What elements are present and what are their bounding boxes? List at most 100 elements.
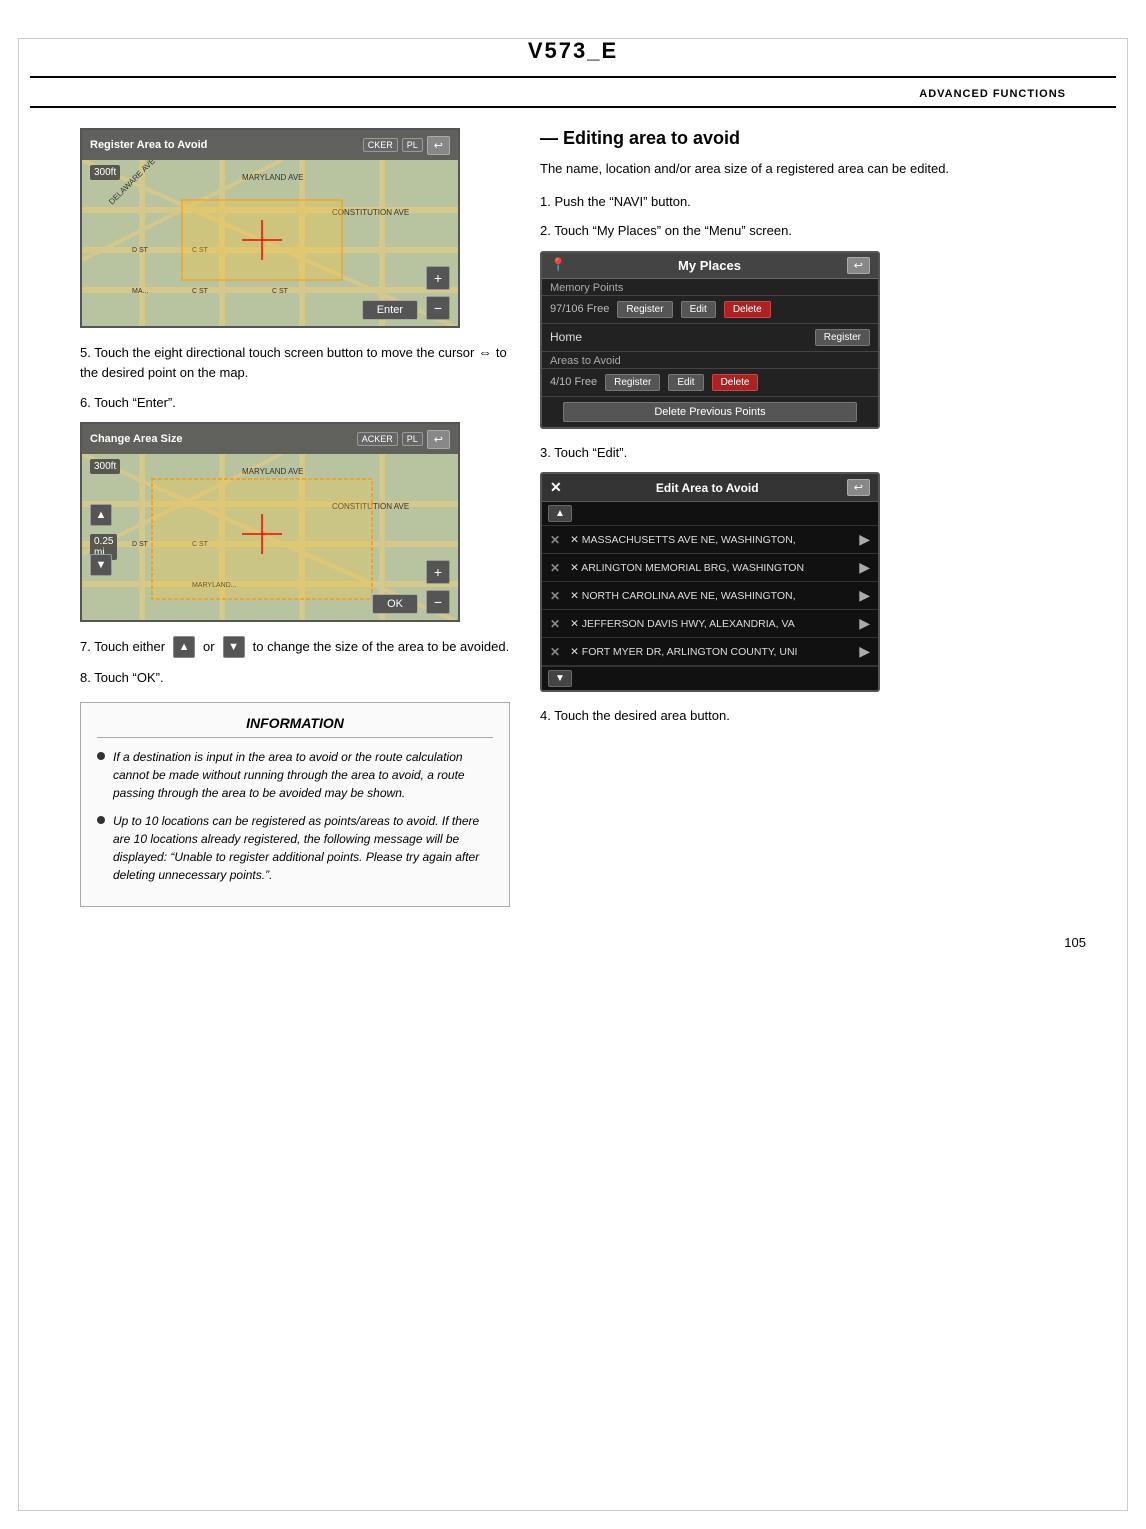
edit-area-header: ✕ Edit Area to Avoid ↩ [542,474,878,502]
map2-toolbar-btns: ACKER PL ↩ [357,430,450,449]
map-change-area: Change Area Size ACKER PL ↩ MARYL [80,422,460,622]
size-up-icon[interactable]: ▲ [173,636,195,658]
areas-delete-btn[interactable]: Delete [712,374,759,391]
edit-area-box: ✕ Edit Area to Avoid ↩ ▲ ✕ ✕ MASSACHUSET… [540,472,880,692]
header-title: V573_E [528,38,618,64]
step7-suffix: to change the size of the area to be avo… [253,637,510,657]
right-step4: 4. Touch the desired area button. [540,706,1066,726]
home-label: Home [550,330,807,344]
map2-back-btn[interactable]: ↩ [427,430,450,449]
nav-down-row: ▼ [542,666,878,690]
areas-edit-btn[interactable]: Edit [668,374,703,391]
areas-row: 4/10 Free Register Edit Delete [542,369,878,397]
map2-zoom-out[interactable]: − [426,590,450,614]
list-scroll-down[interactable]: ▼ [548,670,572,687]
main-content: Register Area to Avoid CKER PL ↩ [30,108,1116,927]
svg-text:D ST: D ST [132,541,149,548]
delete-row: Delete Previous Points [542,397,878,427]
map1-zoom-out[interactable]: − [426,296,450,320]
map2-pl-btn[interactable]: PL [402,432,423,446]
right-step2: 2. Touch “My Places” on the “Menu” scree… [540,221,1066,241]
info-item-1: If a destination is input in the area to… [97,748,493,802]
edit-area-row-1[interactable]: ✕ ✕ ARLINGTON MEMORIAL BRG, WASHINGTON ▶ [542,554,878,582]
page-number-container: 105 [0,927,1146,970]
svg-text:MA...: MA... [132,288,148,295]
svg-text:C ST: C ST [272,288,289,295]
memory-delete-btn[interactable]: Delete [724,301,771,318]
edit-area-text-4: ✕ FORT MYER DR, ARLINGTON COUNTY, UNI [566,646,853,658]
memory-edit-btn[interactable]: Edit [681,301,716,318]
directional-icon: ⇔ [478,344,496,360]
edit-area-text-2: ✕ NORTH CAROLINA AVE NE, WASHINGTON, [566,590,853,602]
edit-area-row-2[interactable]: ✕ ✕ NORTH CAROLINA AVE NE, WASHINGTON, ▶ [542,582,878,610]
map1-back-btn[interactable]: ↩ [427,136,450,155]
map2-zoom-label: 300ft [90,459,120,474]
map2-ok-btn[interactable]: OK [372,594,418,614]
svg-text:MARYLAND AVE: MARYLAND AVE [242,173,304,182]
map-register-area: Register Area to Avoid CKER PL ↩ [80,128,460,328]
map2-zoom-in[interactable]: + [426,560,450,584]
map1-toolbar-text: Register Area to Avoid [90,139,207,151]
map1-pl-btn[interactable]: PL [402,138,423,152]
edit-area-title: Edit Area to Avoid [656,481,759,495]
svg-text:C ST: C ST [192,288,209,295]
svg-text:D ST: D ST [132,247,149,254]
my-places-box: 📍 My Places ↩ Memory Points 97/106 Free … [540,251,880,429]
map2-acker-btn[interactable]: ACKER [357,432,398,446]
map1-toolbar: Register Area to Avoid CKER PL ↩ [82,130,458,160]
section-header-text: ADVANCED FUNCTIONS [919,88,1066,100]
info-text-1: If a destination is input in the area to… [113,748,493,802]
map2-toolbar-text: Change Area Size [90,433,183,445]
svg-text:MARYLAND AVE: MARYLAND AVE [242,467,304,476]
header: V573_E [30,20,1116,78]
my-places-header: 📍 My Places ↩ [542,253,878,279]
map2-toolbar: Change Area Size ACKER PL ↩ [82,424,458,454]
my-places-back-btn[interactable]: ↩ [847,257,870,274]
edit-area-row-3[interactable]: ✕ ✕ JEFFERSON DAVIS HWY, ALEXANDRIA, VA … [542,610,878,638]
right-section-title: — Editing area to avoid [540,128,1066,149]
edit-area-row-0[interactable]: ✕ ✕ MASSACHUSETTS AVE NE, WASHINGTON, ▶ [542,526,878,554]
map2-size-down[interactable]: ▼ [90,554,112,576]
left-column: Register Area to Avoid CKER PL ↩ [80,128,510,907]
map1-enter-btn[interactable]: Enter [362,300,418,320]
right-intro: The name, location and/or area size of a… [540,159,1066,180]
page-number: 105 [1064,935,1086,950]
size-down-icon[interactable]: ▼ [223,636,245,658]
my-places-icon: 📍 [550,257,566,273]
home-register-btn[interactable]: Register [815,329,870,346]
info-bullet-1 [97,752,105,760]
right-column: — Editing area to avoid The name, locati… [540,128,1066,907]
edit-area-row-4[interactable]: ✕ ✕ FORT MYER DR, ARLINGTON COUNTY, UNI … [542,638,878,666]
edit-area-text-0: ✕ MASSACHUSETTS AVE NE, WASHINGTON, [566,534,853,546]
map1-zoom-in[interactable]: + [426,266,450,290]
info-title: INFORMATION [97,715,493,738]
delete-previous-btn[interactable]: Delete Previous Points [563,402,856,422]
memory-points-label: Memory Points [542,279,878,296]
edit-area-x-icon: ✕ [550,479,562,496]
right-step3: 3. Touch “Edit”. [540,443,1066,463]
memory-register-btn[interactable]: Register [617,301,672,318]
areas-register-btn[interactable]: Register [605,374,660,391]
map2-size-up[interactable]: ▲ [90,504,112,526]
step6-text: 6. Touch “Enter”. [80,393,510,413]
memory-points-row: 97/106 Free Register Edit Delete [542,296,878,324]
step8-text: 8. Touch “OK”. [80,668,510,688]
areas-count: 4/10 Free [550,376,597,388]
my-places-title: My Places [678,258,741,273]
list-scroll-up[interactable]: ▲ [548,505,572,522]
nav-up-row: ▲ [542,502,878,526]
edit-area-text-1: ✕ ARLINGTON MEMORIAL BRG, WASHINGTON [566,562,853,574]
svg-text:CONSTITUTION AVE: CONSTITUTION AVE [332,208,409,217]
info-text-2: Up to 10 locations can be registered as … [113,812,493,884]
areas-label: Areas to Avoid [542,352,878,369]
memory-count: 97/106 Free [550,303,609,315]
map1-toolbar-btns: CKER PL ↩ [363,136,450,155]
right-step1: 1. Push the “NAVI” button. [540,192,1066,212]
edit-area-text-3: ✕ JEFFERSON DAVIS HWY, ALEXANDRIA, VA [566,618,853,630]
step7-container: 7. Touch either ▲ or ▼ to change the siz… [80,636,510,658]
map1-cker-btn[interactable]: CKER [363,138,398,152]
step5-text: 5. Touch the eight directional touch scr… [80,342,510,383]
home-row: Home Register [542,324,878,352]
edit-area-back-btn[interactable]: ↩ [847,479,870,496]
info-item-2: Up to 10 locations can be registered as … [97,812,493,884]
